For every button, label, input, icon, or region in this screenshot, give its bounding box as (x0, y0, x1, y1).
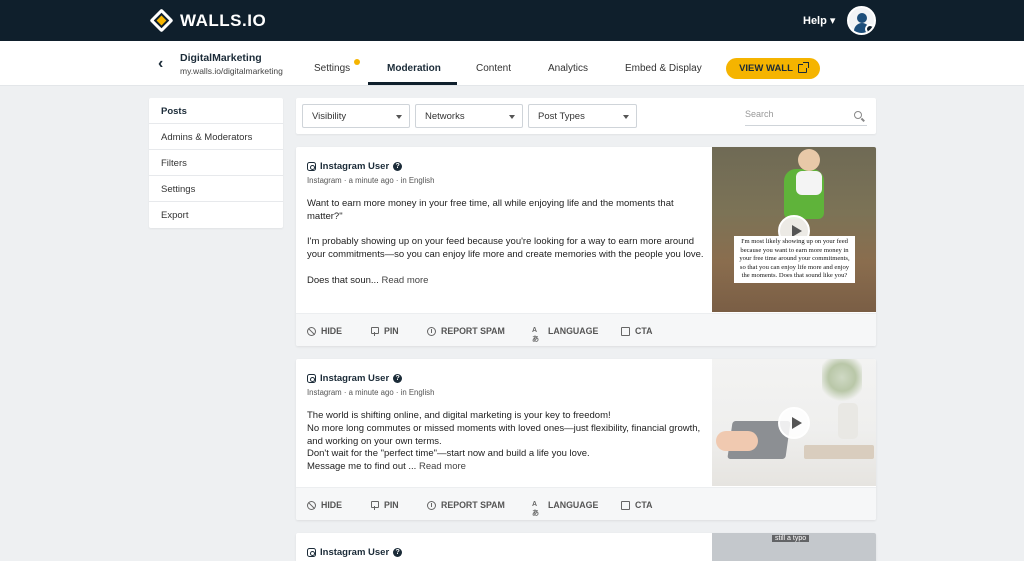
hide-icon (307, 500, 316, 510)
report-spam-button[interactable]: REPORT SPAM (427, 326, 505, 336)
post-text-body: The world is shifting online, and digita… (307, 410, 701, 473)
language-button[interactable]: Aあ LANGUAGE (532, 500, 598, 517)
play-icon[interactable] (778, 407, 810, 439)
wall-name: DigitalMarketing (180, 52, 262, 64)
cta-button[interactable]: CTA (621, 326, 652, 336)
top-bar: WALLS.IO Help ▾ (0, 0, 1024, 41)
external-link-icon (797, 62, 809, 73)
user-avatar[interactable] (847, 6, 876, 35)
post-types-select-label: Post Types (538, 111, 585, 122)
caret-down-icon (396, 115, 402, 119)
pin-button[interactable]: PIN (370, 500, 399, 510)
walls-logo-icon (149, 8, 174, 33)
walls-logo[interactable]: WALLS.IO (149, 8, 266, 33)
instagram-icon (307, 548, 316, 557)
alert-icon (427, 326, 436, 336)
alert-icon (427, 500, 436, 510)
report-spam-button[interactable]: REPORT SPAM (427, 500, 505, 510)
networks-select-label: Networks (425, 111, 465, 122)
visibility-select-label: Visibility (312, 111, 347, 122)
post-author: Instagram User ? (307, 373, 403, 384)
gear-icon (865, 24, 874, 33)
post-card: Instagram User ? still a typo (296, 533, 876, 561)
cta-icon (621, 500, 630, 510)
active-tab-underline (368, 82, 457, 85)
hide-button[interactable]: HIDE (307, 326, 342, 336)
hide-button[interactable]: HIDE (307, 500, 342, 510)
pin-button[interactable]: PIN (370, 326, 399, 336)
help-menu[interactable]: Help ▾ (803, 14, 835, 27)
translate-icon: Aあ (532, 500, 539, 517)
caret-down-icon (509, 115, 515, 119)
sidebar-item-settings[interactable]: Settings (149, 176, 283, 202)
instagram-icon (307, 162, 316, 171)
video-caption: I'm most likely showing up on your feed … (734, 236, 855, 283)
video-caption: still a typo (772, 535, 810, 542)
help-icon[interactable]: ? (393, 162, 403, 171)
view-wall-label: VIEW WALL (739, 63, 793, 74)
translate-icon: Aあ (532, 326, 539, 343)
tab-moderation[interactable]: Moderation (387, 63, 441, 74)
caret-down-icon (623, 115, 629, 119)
tab-settings[interactable]: Settings (314, 63, 350, 74)
post-text: Want to earn more money in your free tim… (307, 198, 707, 288)
notification-dot (354, 59, 360, 65)
sidebar-item-export[interactable]: Export (149, 202, 283, 228)
sidebar-item-filters[interactable]: Filters (149, 150, 283, 176)
hide-icon (307, 326, 316, 336)
post-meta: Instagram · a minute ago · in English (307, 388, 435, 397)
post-media-video[interactable] (712, 359, 876, 486)
brand-name: WALLS.IO (180, 10, 267, 30)
help-icon[interactable]: ? (393, 548, 403, 557)
post-author-name: Instagram User (320, 161, 390, 172)
sidebar-item-admins-moderators[interactable]: Admins & Moderators (149, 124, 283, 150)
pin-icon (370, 500, 379, 510)
tab-content[interactable]: Content (476, 63, 511, 74)
read-more-link[interactable]: Read more (419, 461, 466, 472)
search-input[interactable]: Search (745, 106, 867, 126)
post-author-name: Instagram User (320, 373, 390, 384)
post-text: The world is shifting online, and digita… (307, 410, 707, 474)
instagram-icon (307, 374, 316, 383)
post-media-video[interactable]: I'm most likely showing up on your feed … (712, 147, 876, 312)
search-icon[interactable] (854, 111, 862, 119)
wall-url: my.walls.io/digitalmarketing (180, 66, 283, 76)
post-media-video[interactable]: still a typo (712, 533, 876, 561)
moderation-sidebar: Posts Admins & Moderators Filters Settin… (149, 98, 283, 228)
post-actions: HIDE PIN REPORT SPAM Aあ LANGUAGE CTA (296, 487, 876, 520)
wall-subnav: ‹ DigitalMarketing my.walls.io/digitalma… (0, 41, 1024, 86)
post-card: Instagram User ? Instagram · a minute ag… (296, 359, 876, 520)
help-icon[interactable]: ? (393, 374, 403, 383)
post-actions: HIDE PIN REPORT SPAM Aあ LANGUAGE CTA (296, 313, 876, 346)
cta-button[interactable]: CTA (621, 500, 652, 510)
networks-select[interactable]: Networks (415, 104, 523, 128)
post-author: Instagram User ? (307, 161, 403, 172)
post-author-name: Instagram User (320, 547, 390, 558)
post-meta: Instagram · a minute ago · in English (307, 176, 435, 185)
sidebar-item-posts[interactable]: Posts (149, 98, 283, 124)
tab-analytics[interactable]: Analytics (548, 63, 588, 74)
language-button[interactable]: Aあ LANGUAGE (532, 326, 598, 343)
post-author: Instagram User ? (307, 547, 403, 558)
back-chevron-icon[interactable]: ‹ (158, 55, 163, 73)
cta-icon (621, 326, 630, 336)
pin-icon (370, 326, 379, 336)
post-text-body: Want to earn more money in your free tim… (307, 198, 704, 286)
post-types-select[interactable]: Post Types (528, 104, 637, 128)
read-more-link[interactable]: Read more (381, 275, 428, 286)
view-wall-button[interactable]: VIEW WALL (726, 58, 820, 79)
tab-embed-display[interactable]: Embed & Display (625, 63, 702, 74)
visibility-select[interactable]: Visibility (302, 104, 410, 128)
post-card: Instagram User ? Instagram · a minute ag… (296, 147, 876, 346)
